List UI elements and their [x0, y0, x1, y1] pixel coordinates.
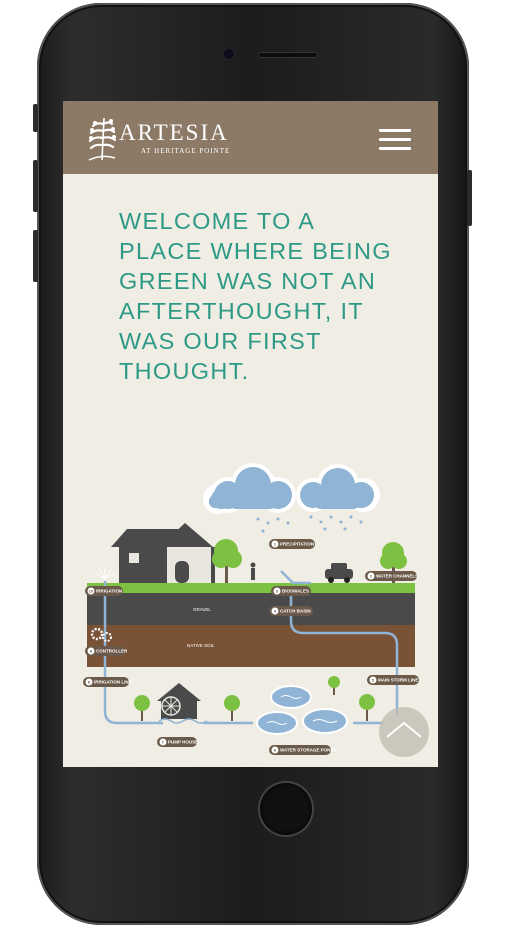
- volume-up-button[interactable]: [33, 160, 38, 212]
- svg-text:PUMP HOUSE: PUMP HOUSE: [168, 740, 198, 745]
- diagram-label-irrigation-line: 8 IRRIGATION LINE: [83, 677, 132, 687]
- hero-headline: WELCOME TO A PLACE WHERE BEING GREEN WAS…: [119, 208, 392, 384]
- brand-tagline: AT HERITAGE POINTE: [141, 147, 231, 155]
- svg-text:WATER STORAGE PONDS: WATER STORAGE PONDS: [280, 748, 337, 753]
- grass-layer: [87, 583, 415, 593]
- earpiece-speaker: [259, 53, 317, 57]
- svg-text:10: 10: [89, 589, 94, 594]
- pump-house-icon: [157, 683, 208, 724]
- diagram-label-main-storm-line: 5 MAIN STORM LINE: [367, 675, 419, 685]
- back-to-top-button[interactable]: [379, 707, 429, 757]
- svg-text:BIOSWALES: BIOSWALES: [282, 589, 309, 594]
- front-camera: [224, 49, 234, 59]
- sprinkler-icon: [94, 567, 116, 580]
- gravel-layer: [87, 593, 415, 625]
- car-icon: [325, 563, 353, 583]
- svg-text:IRRIGATION: IRRIGATION: [96, 589, 122, 594]
- diagram-label-water-channels: 2 WATER CHANNELS: [365, 571, 418, 581]
- cloud-icon: [203, 463, 380, 514]
- brand-logo[interactable]: ARTESIA AT HERITAGE POINTE: [87, 113, 230, 163]
- svg-text:CATCH BASIN: CATCH BASIN: [280, 609, 311, 614]
- diagram-label-water-storage-ponds: 6 WATER STORAGE PONDS: [269, 745, 337, 755]
- svg-text:PRECIPITATION: PRECIPITATION: [280, 542, 314, 547]
- hamburger-menu-button[interactable]: [379, 129, 411, 151]
- diagram-label-precipitation: 1 PRECIPITATION: [269, 539, 315, 549]
- mute-switch[interactable]: [33, 104, 38, 132]
- person-icon: [250, 562, 256, 580]
- diagram-label-pump-house: 7 PUMP HOUSE: [157, 737, 198, 747]
- house-icon: [111, 523, 215, 583]
- gravel-label: GRAVEL: [193, 607, 211, 612]
- svg-text:WATER CHANNELS: WATER CHANNELS: [376, 574, 418, 579]
- svg-text:CONTROLLER: CONTROLLER: [96, 649, 128, 654]
- home-button[interactable]: [260, 783, 312, 835]
- diagram-label-catch-basin: 4 CATCH BASIN: [269, 606, 313, 616]
- soil-layer: [87, 625, 415, 667]
- diagram-label-bioswales: 3 BIOSWALES: [271, 586, 311, 596]
- native-soil-label: NATIVE SOIL: [187, 643, 215, 648]
- screen: ARTESIA AT HERITAGE POINTE WELCOME TO A …: [63, 101, 438, 767]
- power-button[interactable]: [467, 170, 472, 226]
- volume-down-button[interactable]: [33, 230, 38, 282]
- site-header: ARTESIA AT HERITAGE POINTE: [63, 101, 438, 174]
- chevron-up-icon: [386, 721, 422, 738]
- diagram-label-irrigation: 10 IRRIGATION: [85, 586, 123, 596]
- brand-name: ARTESIA: [119, 120, 229, 145]
- svg-text:MAIN STORM LINE: MAIN STORM LINE: [378, 678, 418, 683]
- diagram-label-controller: 9 CONTROLLER: [85, 646, 128, 656]
- tree-icon: [88, 117, 117, 161]
- rain-drops: [256, 515, 363, 533]
- svg-text:IRRIGATION LINE: IRRIGATION LINE: [94, 680, 132, 685]
